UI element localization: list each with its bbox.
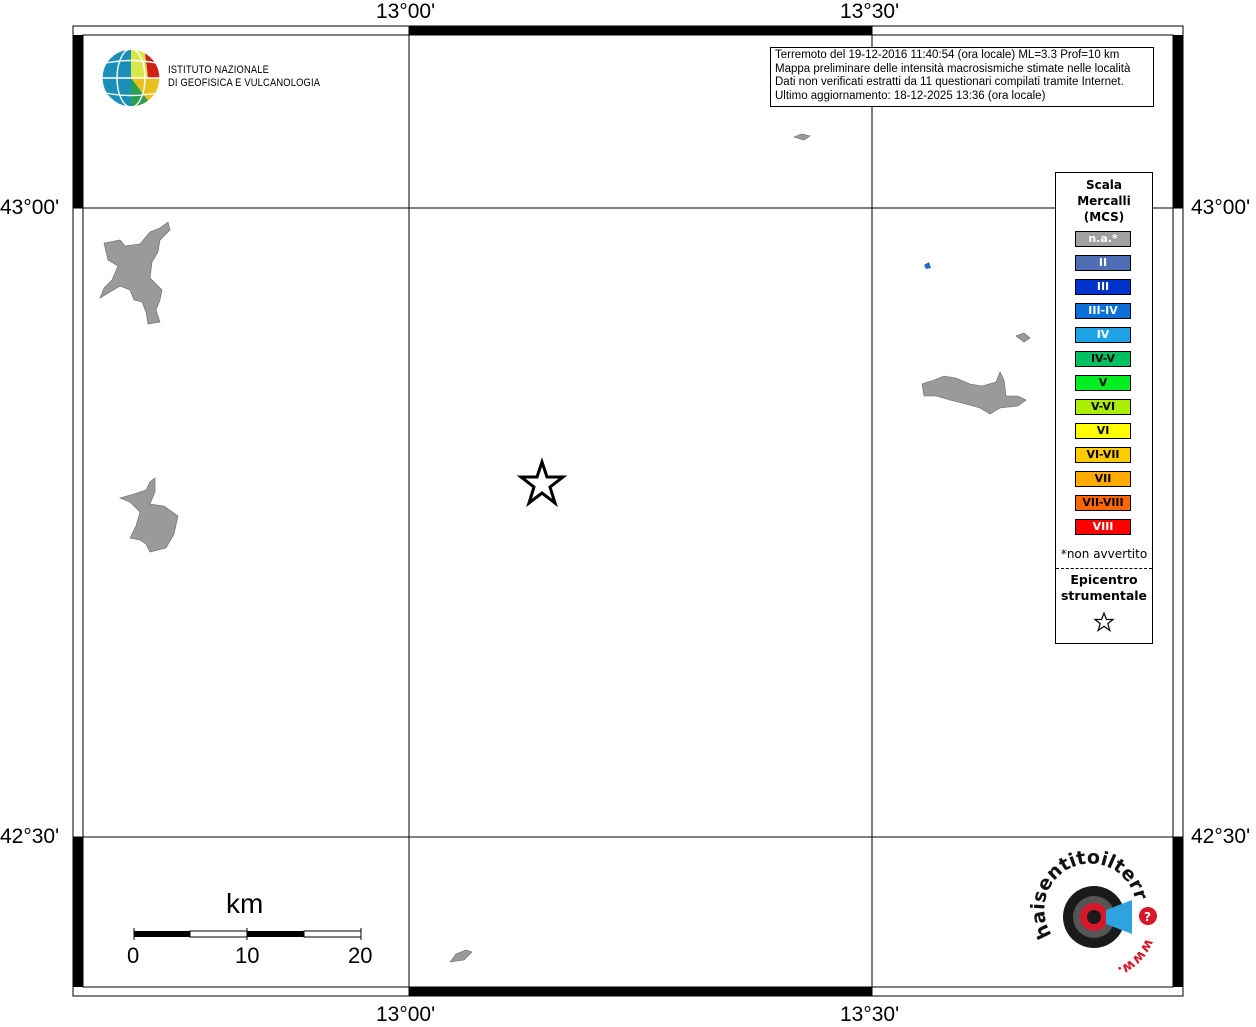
- lon-label-bottom-1: 13°00': [376, 1003, 436, 1026]
- legend-epicenter-line-1: Epicentro: [1070, 572, 1138, 587]
- legend-items: n.a.* II III III-IV IV IV-V V V-VI VI VI-VII VII VI…: [1075, 231, 1133, 543]
- hst-logo: ? haisentitoilterremoto.it www.: [0, 0, 1157, 979]
- event-info-box: Terremoto del 19-12-2016 11:40:54 (ora l…: [770, 47, 1154, 107]
- scale-tick-20: 20: [348, 943, 373, 968]
- legend-item-2: III: [1075, 279, 1131, 295]
- locality-marker: [924, 262, 931, 269]
- lake-shape-large: [99, 221, 171, 325]
- frame-bar-right-upper: [1173, 35, 1183, 208]
- frame-bar-left-lower: [73, 837, 83, 987]
- hst-logo-prefix: www.: [1115, 936, 1157, 979]
- legend-item-6: V: [1075, 375, 1131, 391]
- scale-bar: [133, 928, 362, 940]
- lat-label-right-1: 43°00': [1191, 196, 1251, 219]
- legend-item-12: VIII: [1075, 519, 1131, 535]
- legend-item-7: V-VI: [1075, 399, 1131, 415]
- legend-item-5: IV-V: [1075, 351, 1131, 367]
- legend-epicenter-line-2: strumentale: [1060, 588, 1148, 603]
- legend-separator: [1056, 568, 1152, 569]
- svg-text:haisentitoilterremoto.it: haisentitoilterremoto.it: [0, 0, 1152, 943]
- hst-logo-text: haisentitoilterremoto.it: [0, 0, 1152, 943]
- lake-shape-east: [921, 371, 1027, 415]
- legend-item-3: III-IV: [1075, 303, 1131, 319]
- map-frame-inner: [82, 34, 1174, 988]
- ingv-globe-logo: [101, 48, 161, 108]
- scale-tick-0: 0: [127, 943, 140, 968]
- legend-title-line-2: Mercalli: [1077, 194, 1131, 208]
- legend-item-9: VI-VII: [1075, 447, 1131, 463]
- legend-item-10: VII: [1075, 471, 1131, 487]
- lat-label-left-1: 43°00': [0, 196, 60, 219]
- lake-shape-small-s: [449, 949, 473, 963]
- map-frame-outer: [72, 25, 1184, 997]
- intensity-legend: Scala Mercalli (MCS) n.a.* II III III-IV IV I…: [1055, 172, 1153, 644]
- legend-star-icon: [1093, 611, 1115, 633]
- legend-item-1: II: [1075, 255, 1131, 271]
- frame-bar-left-upper: [73, 35, 83, 208]
- event-info-line-1: Terremoto del 19-12-2016 11:40:54 (ora l…: [775, 49, 1120, 61]
- ingv-line-2: DI GEOFISICA E VULCANOLOGIA: [168, 77, 321, 89]
- ingv-logo-text: ISTITUTO NAZIONALE DI GEOFISICA E VULCAN…: [168, 64, 320, 90]
- hst-question-icon: ?: [1144, 910, 1151, 924]
- lon-label-top-2: 13°30': [840, 0, 900, 23]
- event-info-line-4: Ultimo aggiornamento: 18-12-2025 13:36 (…: [775, 89, 1046, 102]
- lat-label-right-2: 42°30': [1191, 825, 1251, 848]
- lake-shape-medium: [119, 477, 179, 553]
- ingv-line-1: ISTITUTO NAZIONALE: [168, 64, 270, 76]
- lake-shape-small-n: [793, 133, 811, 141]
- svg-text:www.: www.: [1115, 936, 1157, 979]
- legend-epicenter-label: Epicentro strumentale: [1056, 572, 1152, 604]
- frame-bar-top: [409, 26, 872, 35]
- event-info-line-3: Dati non verificati estratti da 11 quest…: [775, 76, 1124, 88]
- legend-title-line-1: Scala: [1085, 178, 1123, 192]
- legend-item-11: VII-VIII: [1075, 495, 1131, 511]
- epicenter-star-icon: [516, 457, 568, 508]
- legend-item-4: IV: [1075, 327, 1131, 343]
- lake-shape-small-ne: [1015, 332, 1031, 343]
- legend-title-line-3: (MCS): [1083, 210, 1125, 224]
- legend-title: Scala Mercalli (MCS): [1056, 177, 1152, 225]
- scale-bar-title: km: [226, 888, 264, 919]
- frame-bar-right-lower: [1173, 837, 1183, 987]
- scale-tick-10: 10: [235, 943, 260, 968]
- lon-label-top-1: 13°00': [376, 0, 436, 23]
- legend-item-0: n.a.*: [1075, 231, 1131, 247]
- lat-label-left-2: 42°30': [0, 825, 60, 848]
- legend-item-8: VI: [1075, 423, 1131, 439]
- lon-label-bottom-2: 13°30': [840, 1003, 900, 1026]
- legend-note: *non avvertito: [1060, 547, 1148, 561]
- event-info-line-2: Mappa preliminare delle intensità macros…: [775, 62, 1131, 75]
- frame-bar-bottom: [409, 987, 872, 996]
